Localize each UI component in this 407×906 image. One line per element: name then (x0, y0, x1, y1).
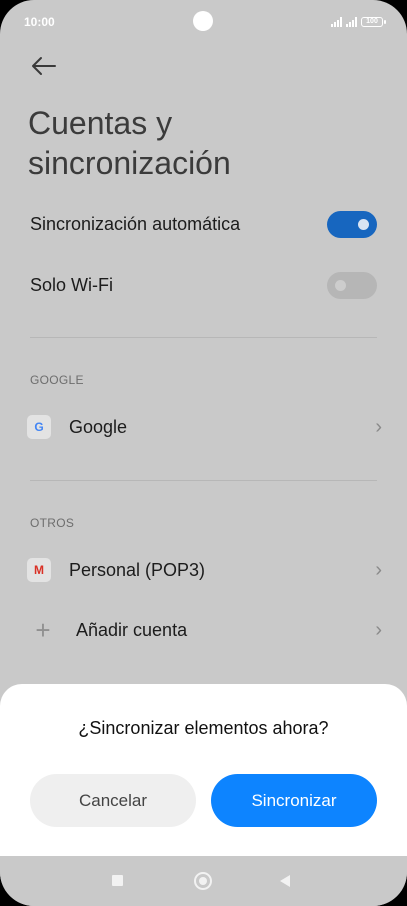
status-time: 10:00 (24, 15, 55, 29)
section-header-google: GOOGLE (30, 373, 84, 387)
toggle-knob (335, 279, 346, 291)
wifi-only-row[interactable]: Solo Wi-Fi (30, 265, 377, 305)
chevron-right-icon: › (375, 415, 382, 438)
wifi-only-label: Solo Wi-Fi (30, 274, 114, 295)
phone-screen: 10:00 100 Cuentas y sincronización Sincr… (0, 0, 407, 906)
account-personal-label: Personal (POP3) (69, 559, 206, 580)
chevron-right-icon: › (375, 618, 382, 641)
divider (30, 480, 377, 481)
account-google-label: Google (69, 416, 128, 437)
account-personal-pop3[interactable]: M Personal (POP3) › (27, 550, 382, 590)
battery-icon: 100 (361, 17, 386, 27)
signal-icon-2 (346, 17, 357, 27)
camera-cutout (193, 11, 213, 31)
sync-dialog: ¿Sincronizar elementos ahora? Cancelar S… (0, 684, 407, 856)
auto-sync-label: Sincronización automática (30, 213, 241, 234)
chevron-right-icon: › (375, 558, 382, 581)
account-google[interactable]: G Google › (27, 407, 382, 447)
navigation-bar (0, 856, 407, 906)
recents-icon[interactable] (112, 875, 123, 886)
divider (30, 337, 377, 338)
page-title-line1: Cuentas y (28, 105, 173, 141)
wifi-only-toggle[interactable] (327, 271, 377, 299)
home-icon[interactable] (194, 872, 212, 890)
sync-button[interactable]: Sincronizar (211, 774, 377, 827)
add-account-row[interactable]: + Añadir cuenta › (27, 610, 382, 650)
plus-icon: + (35, 614, 51, 645)
add-account-label: Añadir cuenta (76, 619, 188, 640)
status-icons: 100 (331, 17, 386, 27)
toggle-knob (358, 218, 369, 230)
gmail-icon: M (27, 558, 51, 582)
dialog-title: ¿Sincronizar elementos ahora? (78, 718, 329, 738)
cancel-button[interactable]: Cancelar (30, 774, 196, 827)
google-icon: G (27, 415, 51, 439)
auto-sync-row[interactable]: Sincronización automática (30, 204, 377, 244)
section-header-others: OTROS (30, 516, 75, 530)
back-arrow-icon[interactable] (28, 52, 60, 80)
signal-icon (331, 17, 342, 27)
page-title-line2: sincronización (28, 145, 231, 181)
auto-sync-toggle[interactable] (327, 210, 377, 238)
back-triangle-icon[interactable] (280, 875, 290, 887)
page-title: Cuentas y sincronización (28, 103, 368, 183)
